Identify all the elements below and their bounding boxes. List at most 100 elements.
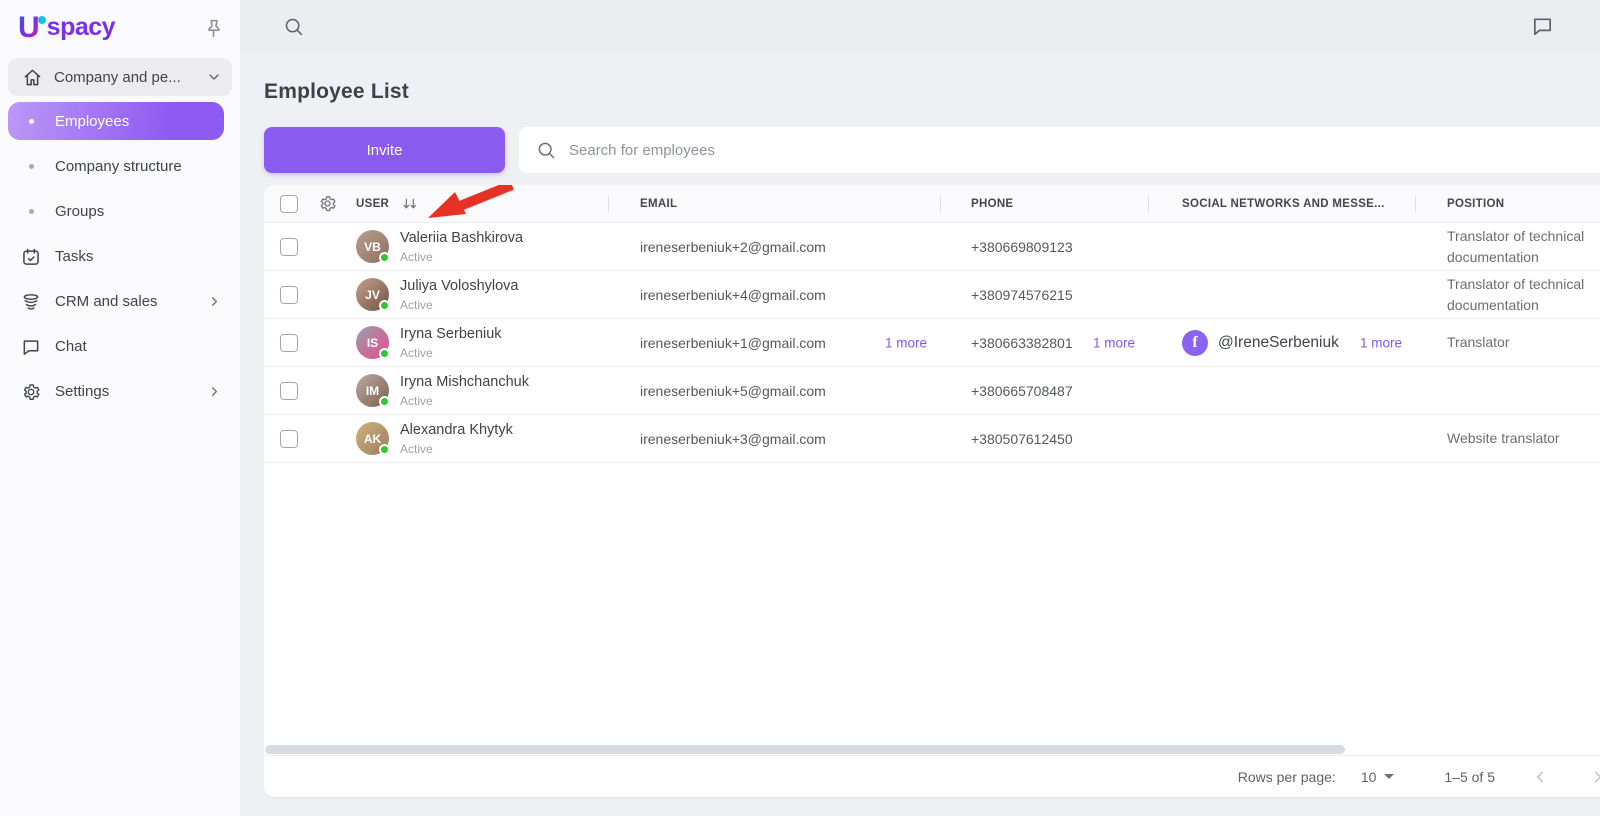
phone-value[interactable]: +380974576215 bbox=[971, 287, 1073, 303]
phone-more-link[interactable]: 1 more bbox=[1093, 335, 1135, 350]
employee-name: Alexandra Khytyk bbox=[400, 422, 513, 439]
column-header-email[interactable]: EMAIL bbox=[608, 185, 940, 222]
horizontal-scrollbar-track bbox=[264, 743, 1600, 755]
row-checkbox[interactable] bbox=[280, 285, 298, 304]
controls-row: Invite bbox=[264, 127, 1600, 173]
social-handle[interactable]: @IreneSerbeniuk bbox=[1218, 334, 1339, 352]
uspacy-logo[interactable]: U spacy bbox=[18, 11, 116, 44]
table-row[interactable]: IM Iryna Mishchanchuk Active ireneserben… bbox=[264, 367, 1600, 415]
user-cell[interactable]: VB Valeriia Bashkirova Active bbox=[356, 229, 608, 264]
sidebar-item-label: Settings bbox=[55, 383, 110, 400]
search-icon bbox=[536, 140, 556, 160]
header-checkbox-cell bbox=[264, 194, 318, 213]
position-cell: Translator of technical documentation bbox=[1447, 276, 1585, 313]
sidebar-item-label: Employees bbox=[55, 112, 130, 130]
email-cell: ireneserbeniuk+3@gmail.com bbox=[608, 431, 940, 447]
user-cell[interactable]: JV Juliya Voloshylova Active bbox=[356, 277, 608, 312]
caret-down-icon bbox=[1384, 774, 1395, 779]
row-checkbox[interactable] bbox=[280, 333, 298, 352]
phone-value[interactable]: +380665708487 bbox=[971, 383, 1073, 399]
search-input[interactable] bbox=[569, 141, 1600, 159]
select-all-checkbox[interactable] bbox=[280, 194, 298, 213]
invite-button[interactable]: Invite bbox=[264, 127, 505, 173]
bullet-icon bbox=[20, 118, 42, 124]
sidebar-nav: Employees Company structure Groups Tasks bbox=[8, 102, 232, 414]
sidebar-item-chat[interactable]: Chat bbox=[8, 324, 232, 369]
phone-cell: +380669809123 bbox=[940, 239, 1148, 255]
table-row[interactable]: IS Iryna Serbeniuk Active ireneserbeniuk… bbox=[264, 319, 1600, 367]
sidebar-item-crm-and-sales[interactable]: CRM and sales bbox=[8, 279, 232, 324]
table-empty-space bbox=[264, 463, 1600, 743]
workspace-switcher[interactable]: Company and pe... bbox=[8, 58, 232, 96]
row-checkbox[interactable] bbox=[280, 237, 298, 256]
previous-page-button[interactable] bbox=[1531, 768, 1549, 786]
employee-avatar: JV bbox=[356, 278, 390, 311]
email-value[interactable]: ireneserbeniuk+5@gmail.com bbox=[640, 383, 826, 399]
employee-status: Active bbox=[400, 441, 433, 456]
phone-cell: +380974576215 bbox=[940, 287, 1148, 303]
horizontal-scrollbar-thumb[interactable] bbox=[265, 744, 1345, 754]
column-label-position: POSITION bbox=[1447, 197, 1505, 210]
logo-u-glyph: U bbox=[18, 11, 40, 44]
messenger-icon[interactable] bbox=[1531, 15, 1554, 38]
email-value[interactable]: ireneserbeniuk+3@gmail.com bbox=[640, 431, 826, 447]
phone-cell: +380665708487 bbox=[940, 383, 1148, 399]
table-body: VB Valeriia Bashkirova Active ireneserbe… bbox=[264, 223, 1600, 463]
page-title: Employee List bbox=[264, 80, 409, 103]
user-cell[interactable]: IS Iryna Serbeniuk Active bbox=[356, 325, 608, 360]
column-header-phone[interactable]: PHONE bbox=[940, 185, 1148, 222]
user-cell[interactable]: AK Alexandra Khytyk Active bbox=[356, 421, 608, 456]
column-header-social[interactable]: SOCIAL NETWORKS AND MESSE... bbox=[1148, 185, 1415, 222]
topbar-right bbox=[1531, 8, 1600, 45]
rows-per-page-select[interactable]: 10 bbox=[1361, 769, 1395, 785]
sidebar-item-company-structure[interactable]: Company structure bbox=[8, 144, 232, 189]
employee-name: Iryna Mishchanchuk bbox=[400, 374, 529, 391]
facebook-icon[interactable]: f bbox=[1182, 329, 1208, 356]
logo-text: spacy bbox=[46, 13, 116, 41]
app-window: U spacy Company and pe... Employees Comp… bbox=[0, 0, 1600, 816]
email-cell: ireneserbeniuk+2@gmail.com bbox=[608, 239, 940, 255]
sidebar-item-employees[interactable]: Employees bbox=[8, 102, 224, 140]
row-checkbox[interactable] bbox=[280, 381, 298, 400]
user-avatar[interactable] bbox=[1578, 8, 1600, 45]
tasks-calendar-icon bbox=[20, 247, 42, 267]
sidebar-item-settings[interactable]: Settings bbox=[8, 369, 232, 414]
employee-avatar: IS bbox=[356, 326, 390, 359]
email-value[interactable]: ireneserbeniuk+1@gmail.com bbox=[640, 335, 826, 351]
next-page-button[interactable] bbox=[1589, 768, 1600, 786]
social-cell: f @IreneSerbeniuk 1 more bbox=[1148, 329, 1415, 356]
column-header-user[interactable]: USER bbox=[356, 185, 608, 222]
chevron-right-icon bbox=[207, 384, 222, 399]
user-cell[interactable]: IM Iryna Mishchanchuk Active bbox=[356, 373, 608, 408]
phone-value[interactable]: +380507612450 bbox=[971, 431, 1073, 447]
main-area: Employee List Invite Search for employee… bbox=[240, 0, 1600, 816]
email-value[interactable]: ireneserbeniuk+2@gmail.com bbox=[640, 239, 826, 255]
sidebar-item-groups[interactable]: Groups bbox=[8, 189, 232, 234]
chevron-down-icon bbox=[206, 69, 222, 85]
online-status-dot bbox=[379, 300, 390, 311]
table-row[interactable]: VB Valeriia Bashkirova Active ireneserbe… bbox=[264, 223, 1600, 271]
global-search-icon[interactable] bbox=[283, 16, 304, 37]
employee-name: Iryna Serbeniuk bbox=[400, 326, 502, 343]
sort-icon[interactable] bbox=[401, 196, 421, 212]
sidebar-item-label: CRM and sales bbox=[55, 293, 158, 310]
pin-sidebar-icon[interactable] bbox=[201, 16, 226, 41]
phone-value[interactable]: +380663382801 bbox=[971, 335, 1073, 351]
email-value[interactable]: ireneserbeniuk+4@gmail.com bbox=[640, 287, 826, 303]
row-checkbox[interactable] bbox=[280, 429, 298, 448]
column-label-social: SOCIAL NETWORKS AND MESSE... bbox=[1182, 197, 1385, 210]
employee-avatar: AK bbox=[356, 422, 390, 455]
employee-avatar: VB bbox=[356, 230, 390, 263]
sidebar-item-label: Groups bbox=[55, 203, 105, 220]
sidebar-item-tasks[interactable]: Tasks bbox=[8, 234, 232, 279]
employee-avatar: IM bbox=[356, 374, 390, 407]
phone-value[interactable]: +380669809123 bbox=[971, 239, 1073, 255]
social-more-link[interactable]: 1 more bbox=[1360, 335, 1402, 350]
email-cell: ireneserbeniuk+1@gmail.com 1 more bbox=[608, 335, 940, 351]
table-row[interactable]: JV Juliya Voloshylova Active ireneserben… bbox=[264, 271, 1600, 319]
table-settings-gear-icon[interactable] bbox=[318, 194, 356, 213]
table-row[interactable]: AK Alexandra Khytyk Active ireneserbeniu… bbox=[264, 415, 1600, 463]
column-header-position[interactable]: POSITION bbox=[1415, 185, 1600, 222]
online-status-dot bbox=[379, 396, 390, 407]
email-more-link[interactable]: 1 more bbox=[885, 335, 927, 350]
